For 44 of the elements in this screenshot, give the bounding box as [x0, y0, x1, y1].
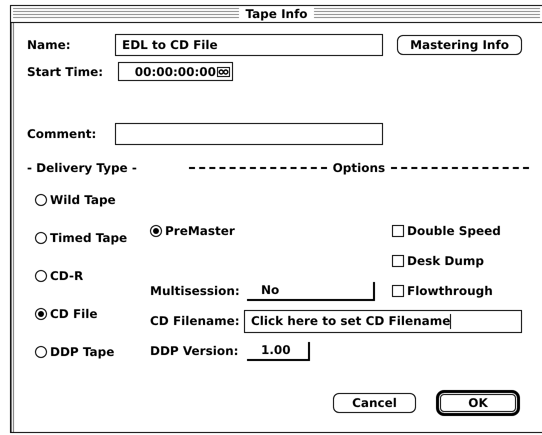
- radio-option[interactable]: CD File: [35, 307, 98, 321]
- radio-circle[interactable]: [35, 308, 47, 320]
- name-field[interactable]: EDL to CD File: [115, 34, 383, 56]
- radio-option[interactable]: Timed Tape: [35, 231, 128, 245]
- field-label: DDP Version:: [150, 344, 240, 358]
- multisession-popup[interactable]: No: [247, 282, 375, 300]
- cd-filename-field[interactable]: Click here to set CD Filename: [244, 310, 522, 332]
- field-label: Name:: [27, 38, 72, 52]
- field-label: Multisession:: [150, 284, 241, 298]
- radio-label: Wild Tape: [50, 193, 116, 207]
- field-label: CD Filename:: [150, 314, 241, 328]
- start-time-field[interactable]: 00:00:00:00: [118, 62, 233, 81]
- field-value: Click here to set CD Filename: [251, 314, 450, 328]
- radio-label: Timed Tape: [50, 231, 128, 245]
- radio-option[interactable]: Wild Tape: [35, 193, 116, 207]
- field-label: Comment:: [27, 127, 98, 141]
- radio-circle[interactable]: [35, 270, 47, 282]
- section-heading: - Delivery Type -: [27, 161, 137, 175]
- checkbox-square[interactable]: [392, 225, 404, 237]
- cancel-button[interactable]: Cancel: [333, 393, 416, 413]
- timecode-text: 00:00:00:00: [134, 64, 216, 78]
- radio-circle[interactable]: [35, 232, 47, 244]
- radio-option[interactable]: PreMaster: [150, 224, 235, 238]
- radio-option[interactable]: DDP Tape: [35, 345, 114, 359]
- radio-label: CD File: [50, 307, 98, 321]
- section-heading: Options: [332, 161, 386, 175]
- comment-field[interactable]: [115, 123, 383, 145]
- radio-label: PreMaster: [165, 224, 235, 238]
- mastering-info-button[interactable]: Mastering Info: [397, 35, 522, 55]
- field-label: Start Time:: [27, 64, 104, 78]
- window-title: Tape Info: [239, 8, 314, 20]
- text-cursor: [450, 314, 452, 328]
- radio-circle[interactable]: [35, 194, 47, 206]
- radio-circle[interactable]: [35, 346, 47, 358]
- radio-circle[interactable]: [150, 225, 162, 237]
- radio-label: DDP Tape: [50, 345, 114, 359]
- ok-button[interactable]: OK: [436, 390, 520, 416]
- checkbox[interactable]: Desk Dump: [392, 254, 484, 268]
- radio-option[interactable]: CD-R: [35, 269, 84, 283]
- checkbox-label: Desk Dump: [407, 254, 484, 268]
- checkbox-square[interactable]: [392, 255, 404, 267]
- ddp-version-popup[interactable]: 1.00: [247, 342, 310, 360]
- checkbox-square[interactable]: [392, 285, 404, 297]
- radio-label: CD-R: [50, 269, 84, 283]
